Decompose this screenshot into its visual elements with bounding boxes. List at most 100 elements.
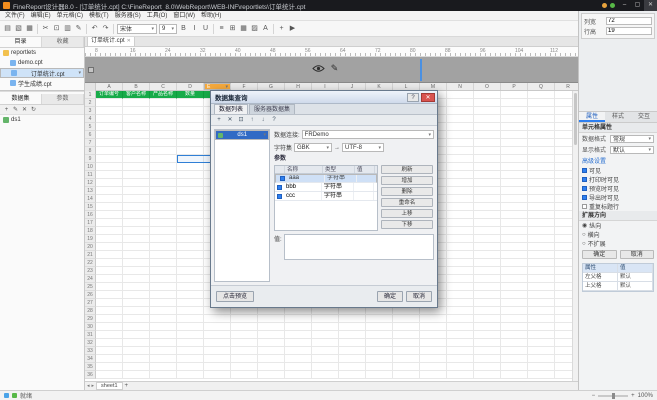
cell[interactable] bbox=[501, 107, 528, 115]
cell[interactable] bbox=[96, 259, 123, 267]
cell[interactable] bbox=[177, 291, 204, 299]
cell[interactable] bbox=[474, 107, 501, 115]
cell[interactable] bbox=[177, 123, 204, 131]
template-tab[interactable]: 订单统计.cpt ✕ bbox=[87, 37, 135, 46]
cell[interactable] bbox=[474, 219, 501, 227]
cell[interactable] bbox=[123, 203, 150, 211]
cell[interactable] bbox=[96, 307, 123, 315]
cell[interactable] bbox=[204, 307, 231, 315]
cell[interactable] bbox=[177, 347, 204, 355]
cell[interactable] bbox=[528, 179, 555, 187]
cell[interactable] bbox=[96, 139, 123, 147]
cell[interactable] bbox=[474, 171, 501, 179]
dialog-dataset-item[interactable]: ds1 bbox=[215, 130, 269, 140]
cell[interactable] bbox=[96, 155, 123, 163]
cell[interactable] bbox=[393, 363, 420, 371]
cell[interactable] bbox=[501, 99, 528, 107]
cell[interactable] bbox=[204, 363, 231, 371]
cell[interactable] bbox=[96, 123, 123, 131]
menu-item[interactable]: 模板(T) bbox=[86, 11, 112, 21]
row-header-26[interactable]: 26 bbox=[85, 291, 96, 299]
cell[interactable] bbox=[285, 331, 312, 339]
cell[interactable] bbox=[528, 107, 555, 115]
charset-from-select[interactable]: GBK bbox=[294, 143, 332, 152]
cell[interactable] bbox=[447, 155, 474, 163]
cell[interactable] bbox=[474, 203, 501, 211]
cell[interactable] bbox=[447, 323, 474, 331]
new-file-button[interactable]: ▤ bbox=[2, 23, 13, 35]
cell[interactable] bbox=[528, 299, 555, 307]
cell[interactable] bbox=[528, 195, 555, 203]
column-width-input[interactable] bbox=[606, 17, 652, 25]
cell[interactable] bbox=[474, 283, 501, 291]
template-tab-close-icon[interactable]: ✕ bbox=[127, 37, 131, 46]
property-checkbox-row[interactable]: 重复标题行 bbox=[579, 202, 657, 211]
cell[interactable] bbox=[474, 187, 501, 195]
cell[interactable] bbox=[150, 115, 177, 123]
cell[interactable] bbox=[528, 235, 555, 243]
cell[interactable] bbox=[96, 315, 123, 323]
cell[interactable] bbox=[150, 323, 177, 331]
cell[interactable] bbox=[258, 323, 285, 331]
cell[interactable] bbox=[177, 307, 204, 315]
menu-item[interactable]: 文件(F) bbox=[2, 11, 28, 21]
cell[interactable] bbox=[501, 347, 528, 355]
add-dataset-button[interactable]: + bbox=[2, 107, 11, 113]
cell[interactable] bbox=[96, 243, 123, 251]
row-header-11[interactable]: 11 bbox=[85, 171, 96, 179]
cell[interactable] bbox=[150, 315, 177, 323]
cell[interactable] bbox=[528, 339, 555, 347]
cell[interactable] bbox=[474, 147, 501, 155]
checkbox-icon[interactable] bbox=[582, 177, 587, 182]
column-header-F[interactable]: F bbox=[231, 83, 258, 90]
cell[interactable] bbox=[150, 219, 177, 227]
cell[interactable] bbox=[177, 115, 204, 123]
property-field-select[interactable]: 常规 bbox=[610, 135, 654, 143]
cell[interactable] bbox=[393, 331, 420, 339]
cell[interactable] bbox=[150, 283, 177, 291]
cell[interactable] bbox=[231, 347, 258, 355]
menu-item[interactable]: 窗口(W) bbox=[170, 11, 198, 21]
cell[interactable] bbox=[96, 195, 123, 203]
status-grid-icon[interactable] bbox=[4, 393, 9, 398]
cell[interactable] bbox=[501, 283, 528, 291]
radio-icon[interactable]: ○ bbox=[582, 232, 586, 238]
cell[interactable] bbox=[177, 259, 204, 267]
cell[interactable] bbox=[150, 347, 177, 355]
mini-table-cell[interactable]: 默认 bbox=[618, 282, 653, 291]
row-header-33[interactable]: 33 bbox=[85, 347, 96, 355]
row-header-35[interactable]: 35 bbox=[85, 363, 96, 371]
row-header-4[interactable]: 4 bbox=[85, 115, 96, 123]
cell[interactable] bbox=[474, 363, 501, 371]
cell[interactable] bbox=[501, 123, 528, 131]
cell[interactable] bbox=[501, 147, 528, 155]
cell[interactable] bbox=[393, 371, 420, 379]
sheet-prev-icon[interactable]: ◂ bbox=[87, 383, 90, 389]
cell[interactable] bbox=[474, 123, 501, 131]
add-dataset-button[interactable]: + bbox=[214, 116, 224, 125]
row-header-36[interactable]: 36 bbox=[85, 371, 96, 379]
cell[interactable] bbox=[150, 131, 177, 139]
cell[interactable] bbox=[447, 347, 474, 355]
dialog-titlebar[interactable]: 数据集查询 ? ✕ bbox=[211, 91, 437, 104]
row-header-7[interactable]: 7 bbox=[85, 139, 96, 147]
cell[interactable] bbox=[231, 307, 258, 315]
cell[interactable] bbox=[96, 179, 123, 187]
cell[interactable] bbox=[285, 371, 312, 379]
cell[interactable] bbox=[177, 139, 204, 147]
cell[interactable] bbox=[177, 251, 204, 259]
cell[interactable] bbox=[285, 339, 312, 347]
cell[interactable] bbox=[96, 211, 123, 219]
menu-item[interactable]: 编辑(E) bbox=[28, 11, 54, 21]
cell[interactable] bbox=[177, 131, 204, 139]
cell[interactable] bbox=[528, 291, 555, 299]
cell[interactable] bbox=[177, 171, 204, 179]
param-cell[interactable]: 字符串 bbox=[322, 192, 354, 200]
cell[interactable] bbox=[447, 187, 474, 195]
zoom-out-button[interactable]: − bbox=[592, 393, 596, 399]
tree-item[interactable]: 订单统计.cpt bbox=[0, 68, 84, 78]
report-header-cell[interactable]: 数量 bbox=[177, 91, 204, 99]
cell[interactable] bbox=[447, 131, 474, 139]
cell[interactable] bbox=[123, 235, 150, 243]
cell[interactable] bbox=[96, 371, 123, 379]
